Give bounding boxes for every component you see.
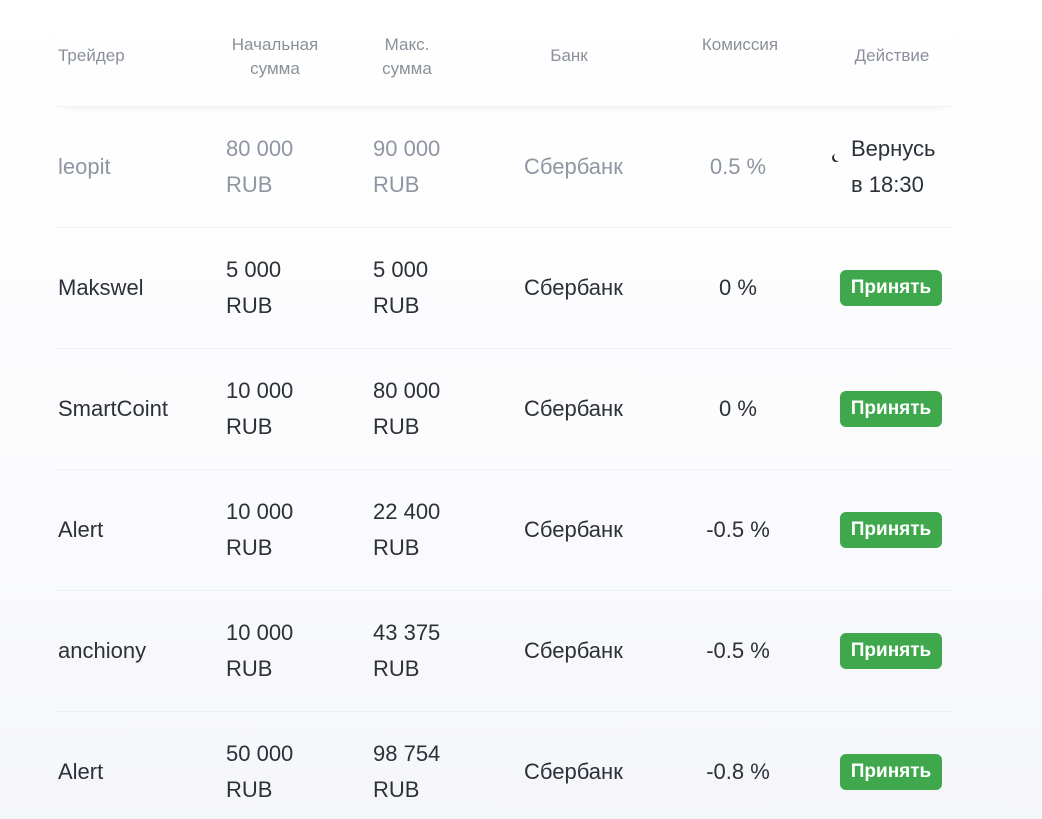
header-start-amount: Начальная сумма — [219, 33, 331, 81]
bank-name: Сбербанк — [524, 638, 623, 663]
start-amount-value: 5 000 — [226, 257, 282, 282]
traders-table: Трейдер Начальная сумма Макс. сумма Банк… — [56, 0, 952, 819]
start-amount-currency: RUB — [226, 656, 273, 681]
max-amount-value: 80 000 — [373, 378, 441, 403]
accept-button[interactable]: Принять — [840, 754, 942, 790]
max-amount-currency: RUB — [373, 293, 420, 318]
max-amount: 22 400 RUB — [373, 494, 440, 566]
bank-name: Сбербанк — [524, 759, 623, 784]
header-bank: Банк — [550, 46, 588, 65]
header-max-amount-line-1: Макс. — [384, 35, 430, 54]
fee-value: 0 % — [719, 275, 757, 300]
table-row: Alert 10 000 RUB 22 400 RUB Сбербанк -0.… — [56, 470, 952, 591]
start-amount-currency: RUB — [226, 535, 273, 560]
max-amount-value: 22 400 — [373, 499, 441, 524]
start-amount-currency: RUB — [226, 414, 273, 439]
bank-name: Сбербанк — [524, 275, 623, 300]
fee-value: 0 % — [719, 396, 757, 421]
table-row: Alert 50 000 RUB 98 754 RUB Сбербанк -0.… — [56, 712, 952, 819]
max-amount-currency: RUB — [373, 535, 420, 560]
table-row: Makswel 5 000 RUB 5 000 RUB Сбербанк 0 %… — [56, 228, 952, 349]
start-amount: 10 000 RUB — [226, 615, 293, 687]
start-amount-value: 10 000 — [226, 620, 294, 645]
start-amount-currency: RUB — [226, 293, 273, 318]
start-amount-value: 10 000 — [226, 378, 294, 403]
table-row: anchiony 10 000 RUB 43 375 RUB Сбербанк … — [56, 591, 952, 712]
start-amount: 5 000 RUB — [226, 252, 281, 324]
max-amount-currency: RUB — [373, 172, 420, 197]
max-amount: 80 000 RUB — [373, 373, 440, 445]
start-amount-value: 50 000 — [226, 741, 294, 766]
trader-name: Alert — [58, 517, 104, 542]
accept-button[interactable]: Принять — [840, 270, 942, 306]
max-amount-value: 90 000 — [373, 136, 441, 161]
away-status: Вернусь в 18:30 — [836, 131, 936, 203]
page: Трейдер Начальная сумма Макс. сумма Банк… — [0, 0, 1042, 819]
header-max-amount: Макс. сумма — [369, 33, 445, 81]
start-amount-currency: RUB — [226, 777, 273, 802]
accept-button[interactable]: Принять — [840, 391, 942, 427]
bank-name: Сбербанк — [524, 396, 623, 421]
start-amount: 80 000 RUB — [226, 131, 293, 203]
fee-value: 0.5 % — [709, 154, 767, 179]
start-amount-currency: RUB — [226, 172, 273, 197]
header-fee: Комиссия — [701, 35, 779, 54]
table-row: leopit 80 000 RUB 90 000 RUB Сбербанк 0.… — [56, 107, 952, 228]
away-status-line-2: в 18:30 — [851, 172, 924, 197]
start-amount: 50 000 RUB — [226, 736, 293, 808]
max-amount-currency: RUB — [373, 656, 420, 681]
trader-name: anchiony — [58, 638, 147, 663]
table-row: SmartCoint 10 000 RUB 80 000 RUB Сбербан… — [56, 349, 952, 470]
moon-icon — [834, 153, 842, 161]
header-trader: Трейдер — [58, 46, 125, 65]
start-amount: 10 000 RUB — [226, 373, 293, 445]
start-amount-value: 80 000 — [226, 136, 294, 161]
accept-button[interactable]: Принять — [840, 512, 942, 548]
fee-value: -0.5 % — [706, 638, 770, 663]
trader-name: Alert — [58, 759, 104, 784]
fee-value: -0.5 % — [706, 517, 770, 542]
bank-name: Сбербанк — [524, 517, 623, 542]
header-action: Действие — [854, 46, 930, 65]
max-amount-currency: RUB — [373, 414, 420, 439]
max-amount-currency: RUB — [373, 777, 420, 802]
trader-name: leopit — [58, 154, 111, 179]
table-header: Трейдер Начальная сумма Макс. сумма Банк… — [56, 0, 952, 107]
max-amount: 43 375 RUB — [373, 615, 440, 687]
away-status-line-1: Вернусь — [851, 136, 936, 161]
accept-button[interactable]: Принять — [840, 633, 942, 669]
start-amount-value: 10 000 — [226, 499, 294, 524]
start-amount: 10 000 RUB — [226, 494, 293, 566]
bank-name: Сбербанк — [524, 154, 623, 179]
trader-name: Makswel — [58, 275, 144, 300]
max-amount-value: 5 000 — [373, 257, 429, 282]
max-amount: 98 754 RUB — [373, 736, 440, 808]
fee-value: -0.8 % — [706, 759, 770, 784]
trader-name: SmartCoint — [58, 396, 169, 421]
header-max-amount-line-2: сумма — [382, 59, 432, 78]
max-amount: 90 000 RUB — [373, 131, 440, 203]
max-amount-value: 43 375 — [373, 620, 441, 645]
header-start-amount-line-1: Начальная — [231, 35, 319, 54]
max-amount: 5 000 RUB — [373, 252, 428, 324]
header-start-amount-line-2: сумма — [250, 59, 300, 78]
max-amount-value: 98 754 — [373, 741, 441, 766]
